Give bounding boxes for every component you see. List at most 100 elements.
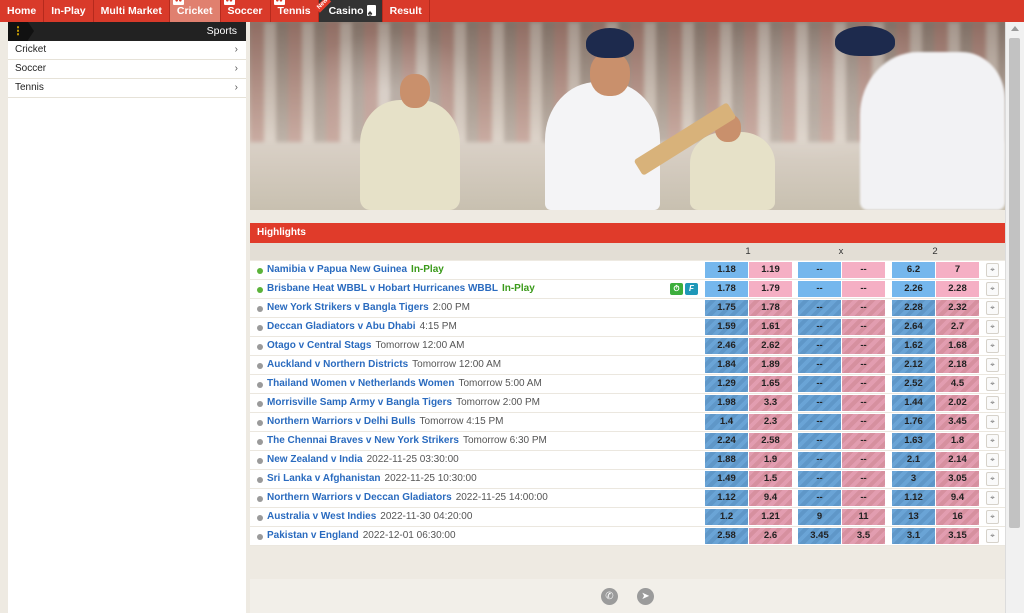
back-away-odds[interactable]: 2.28 [892, 300, 935, 316]
back-away-odds[interactable]: 1.76 [892, 414, 935, 430]
pin-icon[interactable]: ⌖ [986, 263, 999, 277]
lay-away-odds[interactable]: 2.32 [936, 300, 979, 316]
back-draw-odds[interactable]: 3.45 [798, 528, 841, 544]
event-name-link[interactable]: Northern Warriors v Delhi Bulls [267, 416, 416, 427]
lay-home-odds[interactable]: 1.19 [749, 262, 792, 278]
telegram-icon[interactable]: ➤ [637, 588, 654, 605]
event-name-link[interactable]: New York Strikers v Bangla Tigers [267, 302, 429, 313]
pin-icon[interactable]: ⌖ [986, 301, 999, 315]
lay-home-odds[interactable]: 3.3 [749, 395, 792, 411]
nav-in-play[interactable]: In-Play [44, 0, 94, 22]
lay-away-odds[interactable]: 16 [936, 509, 979, 525]
back-home-odds[interactable]: 2.24 [705, 433, 748, 449]
nav-multi-market[interactable]: Multi Market [94, 0, 170, 22]
lay-draw-odds[interactable]: -- [842, 338, 885, 354]
back-away-odds[interactable]: 2.64 [892, 319, 935, 335]
back-home-odds[interactable]: 1.12 [705, 490, 748, 506]
lay-away-odds[interactable]: 4.5 [936, 376, 979, 392]
event-name-link[interactable]: Morrisville Samp Army v Bangla Tigers [267, 397, 452, 408]
pin-icon[interactable]: ⌖ [986, 434, 999, 448]
lay-away-odds[interactable]: 7 [936, 262, 979, 278]
back-home-odds[interactable]: 1.49 [705, 471, 748, 487]
lay-away-odds[interactable]: 2.18 [936, 357, 979, 373]
nav-soccer[interactable]: ●● Soccer [221, 0, 271, 22]
back-home-odds[interactable]: 1.84 [705, 357, 748, 373]
event-name-link[interactable]: Brisbane Heat WBBL v Hobart Hurricanes W… [267, 283, 498, 294]
lay-home-odds[interactable]: 1.5 [749, 471, 792, 487]
back-away-odds[interactable]: 3 [892, 471, 935, 487]
lay-home-odds[interactable]: 1.89 [749, 357, 792, 373]
lay-home-odds[interactable]: 1.65 [749, 376, 792, 392]
event-name-link[interactable]: New Zealand v India [267, 454, 363, 465]
sidebar-item-cricket[interactable]: Cricket › [8, 41, 246, 60]
pin-icon[interactable]: ⌖ [986, 453, 999, 467]
event-name-link[interactable]: Otago v Central Stags [267, 340, 371, 351]
back-home-odds[interactable]: 1.75 [705, 300, 748, 316]
lay-home-odds[interactable]: 2.6 [749, 528, 792, 544]
lay-home-odds[interactable]: 1.9 [749, 452, 792, 468]
lay-home-odds[interactable]: 2.62 [749, 338, 792, 354]
event-name-link[interactable]: Auckland v Northern Districts [267, 359, 408, 370]
back-away-odds[interactable]: 13 [892, 509, 935, 525]
back-away-odds[interactable]: 1.63 [892, 433, 935, 449]
pin-icon[interactable]: ⌖ [986, 396, 999, 410]
back-draw-odds[interactable]: -- [798, 395, 841, 411]
pin-icon[interactable]: ⌖ [986, 415, 999, 429]
back-home-odds[interactable]: 1.59 [705, 319, 748, 335]
lay-home-odds[interactable]: 1.78 [749, 300, 792, 316]
back-home-odds[interactable]: 2.46 [705, 338, 748, 354]
pin-icon[interactable]: ⌖ [986, 282, 999, 296]
lay-away-odds[interactable]: 3.05 [936, 471, 979, 487]
lay-home-odds[interactable]: 1.61 [749, 319, 792, 335]
event-name-link[interactable]: The Chennai Braves v New York Strikers [267, 435, 459, 446]
back-away-odds[interactable]: 1.44 [892, 395, 935, 411]
back-home-odds[interactable]: 1.18 [705, 262, 748, 278]
pin-icon[interactable]: ⌖ [986, 339, 999, 353]
lay-away-odds[interactable]: 2.02 [936, 395, 979, 411]
scroll-thumb[interactable] [1009, 38, 1020, 528]
back-draw-odds[interactable]: -- [798, 281, 841, 297]
lay-draw-odds[interactable]: -- [842, 395, 885, 411]
lay-draw-odds[interactable]: -- [842, 281, 885, 297]
event-name-link[interactable]: Thailand Women v Netherlands Women [267, 378, 454, 389]
back-home-odds[interactable]: 1.88 [705, 452, 748, 468]
back-away-odds[interactable]: 6.2 [892, 262, 935, 278]
lay-draw-odds[interactable]: -- [842, 319, 885, 335]
lay-away-odds[interactable]: 3.45 [936, 414, 979, 430]
lay-away-odds[interactable]: 2.7 [936, 319, 979, 335]
back-away-odds[interactable]: 3.1 [892, 528, 935, 544]
nav-tennis[interactable]: ●● Tennis [271, 0, 319, 22]
lay-home-odds[interactable]: 2.58 [749, 433, 792, 449]
lay-home-odds[interactable]: 9.4 [749, 490, 792, 506]
lay-draw-odds[interactable]: 11 [842, 509, 885, 525]
event-name-link[interactable]: Sri Lanka v Afghanistan [267, 473, 381, 484]
event-name-link[interactable]: Namibia v Papua New Guinea [267, 264, 407, 275]
back-home-odds[interactable]: 1.2 [705, 509, 748, 525]
back-draw-odds[interactable]: -- [798, 300, 841, 316]
back-home-odds[interactable]: 1.98 [705, 395, 748, 411]
lay-draw-odds[interactable]: -- [842, 490, 885, 506]
back-draw-odds[interactable]: -- [798, 433, 841, 449]
lay-home-odds[interactable]: 1.21 [749, 509, 792, 525]
scroll-up-arrow[interactable] [1011, 26, 1019, 31]
back-away-odds[interactable]: 2.26 [892, 281, 935, 297]
back-away-odds[interactable]: 2.1 [892, 452, 935, 468]
pin-icon[interactable]: ⌖ [986, 358, 999, 372]
back-draw-odds[interactable]: -- [798, 338, 841, 354]
back-home-odds[interactable]: 2.58 [705, 528, 748, 544]
pin-icon[interactable]: ⌖ [986, 491, 999, 505]
back-draw-odds[interactable]: -- [798, 319, 841, 335]
lay-draw-odds[interactable]: -- [842, 357, 885, 373]
event-name-link[interactable]: Australia v West Indies [267, 511, 376, 522]
sidebar-item-tennis[interactable]: Tennis › [8, 79, 246, 98]
lay-away-odds[interactable]: 2.14 [936, 452, 979, 468]
back-draw-odds[interactable]: -- [798, 414, 841, 430]
pin-icon[interactable]: ⌖ [986, 377, 999, 391]
lay-away-odds[interactable]: 2.28 [936, 281, 979, 297]
nav-casino[interactable]: New Casino [314, 0, 383, 24]
lay-draw-odds[interactable]: 3.5 [842, 528, 885, 544]
page-scrollbar[interactable] [1005, 22, 1024, 613]
back-draw-odds[interactable]: -- [798, 357, 841, 373]
back-away-odds[interactable]: 2.52 [892, 376, 935, 392]
back-home-odds[interactable]: 1.4 [705, 414, 748, 430]
